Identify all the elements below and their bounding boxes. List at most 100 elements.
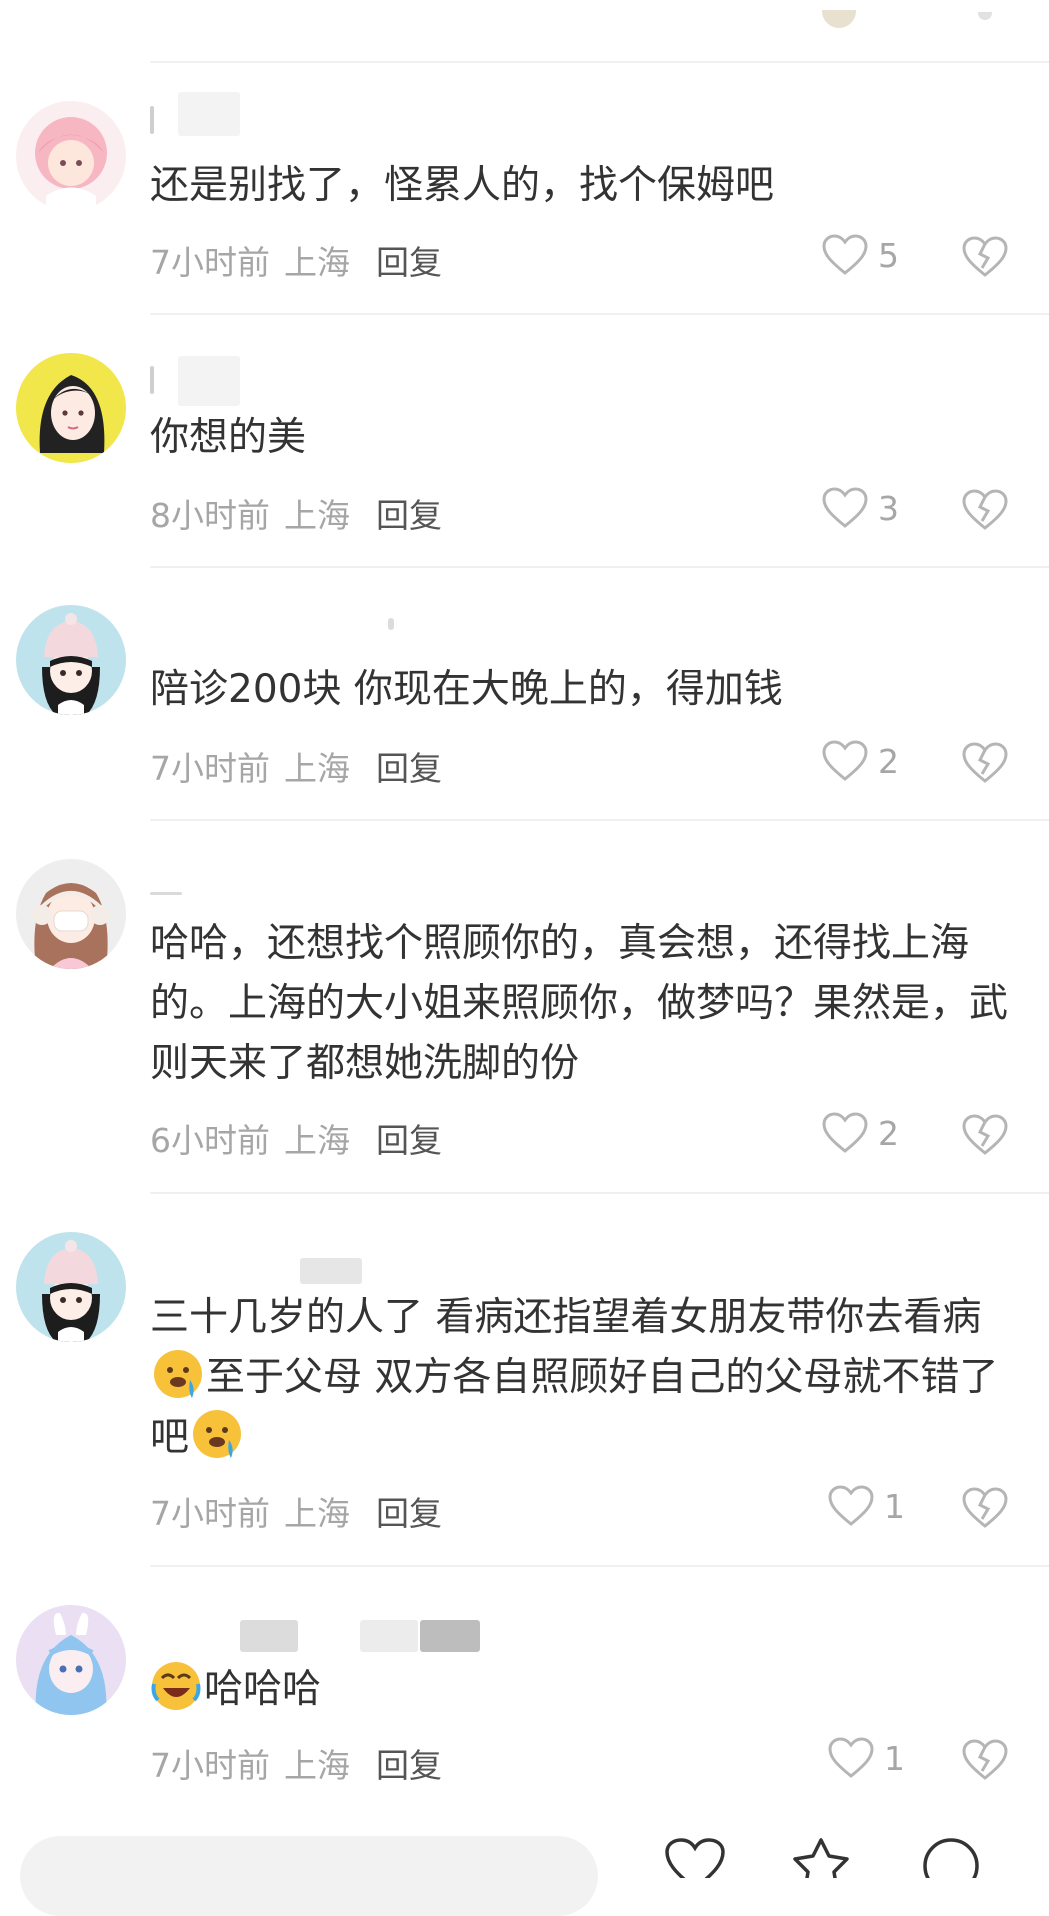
previous-avatar-fragment xyxy=(822,10,856,28)
avatar[interactable] xyxy=(16,859,126,969)
star-icon xyxy=(793,1838,849,1892)
heart-icon xyxy=(822,1112,868,1153)
like-button[interactable]: 1 xyxy=(828,1737,905,1779)
reply-button[interactable]: 回复 xyxy=(376,496,442,535)
avatar[interactable] xyxy=(16,353,126,463)
dislike-button[interactable] xyxy=(962,489,1008,531)
comment-text: 哈哈哈 xyxy=(150,1660,1010,1720)
comment-input[interactable] xyxy=(20,1836,598,1916)
comment-location: 上海 xyxy=(284,243,350,282)
like-button[interactable]: 2 xyxy=(822,740,899,782)
heart-icon xyxy=(822,487,868,528)
reply-button[interactable]: 回复 xyxy=(376,1121,442,1160)
avatar[interactable] xyxy=(16,605,126,715)
divider xyxy=(150,819,1049,821)
comment-time: 7小时前 xyxy=(150,749,270,788)
like-button[interactable]: 3 xyxy=(822,487,899,529)
broken-heart-icon xyxy=(962,489,1008,530)
like-count: 2 xyxy=(878,741,899,781)
chat-bubble-icon xyxy=(923,1838,979,1894)
comment-time: 7小时前 xyxy=(150,1494,270,1533)
comment-text-part: 哈哈哈 xyxy=(204,1667,322,1712)
username-redacted xyxy=(300,1258,362,1284)
divider xyxy=(150,313,1049,315)
broken-heart-icon xyxy=(962,236,1008,277)
comment-meta: 7小时前 上海 回复 xyxy=(150,236,442,284)
dislike-button[interactable] xyxy=(962,1114,1008,1156)
broken-heart-icon xyxy=(962,1487,1008,1528)
comment-meta: 8小时前 上海 回复 xyxy=(150,489,442,537)
divider xyxy=(150,61,1049,63)
reply-button[interactable]: 回复 xyxy=(376,1746,442,1785)
earmuff-girl-avatar xyxy=(16,859,126,969)
username-redacted xyxy=(150,892,182,895)
comment-location: 上海 xyxy=(284,1121,350,1160)
comment-text: 三十几岁的人了 看病还指望着女朋友带你去看病至于父母 双方各自照顾好自己的父母就… xyxy=(150,1288,1010,1468)
drooling-face-icon xyxy=(193,1410,242,1458)
username-redacted xyxy=(178,356,240,406)
comment-text-part: 至于父母 双方各自照顾好自己的父母就不错了吧 xyxy=(150,1355,999,1460)
like-button[interactable]: 1 xyxy=(828,1485,905,1527)
rolling-laughing-icon xyxy=(151,1662,201,1710)
like-count: 1 xyxy=(884,1486,905,1526)
comment-meta: 7小时前 上海 回复 xyxy=(150,1487,442,1535)
reply-button[interactable]: 回复 xyxy=(376,1494,442,1533)
broken-heart-icon xyxy=(962,1114,1008,1155)
dislike-button[interactable] xyxy=(962,1739,1008,1781)
reply-button[interactable]: 回复 xyxy=(376,243,442,282)
comment-location: 上海 xyxy=(284,496,350,535)
comment-text: 哈哈，还想找个照顾你的，真会想，还得找上海的。上海的大小姐来照顾你，做梦吗？果然… xyxy=(150,921,1009,1086)
previous-comment-stub xyxy=(0,0,1049,62)
reply-button[interactable]: 回复 xyxy=(376,749,442,788)
comment-location: 上海 xyxy=(284,1746,350,1785)
divider xyxy=(150,566,1049,568)
heart-icon xyxy=(822,740,868,781)
comment-time: 7小时前 xyxy=(150,243,270,282)
heart-icon xyxy=(665,1838,725,1891)
like-count: 2 xyxy=(878,1113,899,1153)
beanie-girl-avatar xyxy=(16,605,126,715)
comment-text: 还是别找了，怪累人的，找个保姆吧 xyxy=(150,163,775,208)
like-button[interactable]: 5 xyxy=(822,234,899,276)
heart-icon xyxy=(828,1737,874,1778)
avatar[interactable] xyxy=(16,101,126,211)
favorite-bar-button[interactable] xyxy=(790,1838,852,1892)
like-bar-button[interactable] xyxy=(664,1838,726,1891)
pink-hair-girl-avatar xyxy=(16,101,126,211)
username-redacted xyxy=(150,106,154,134)
username-redacted xyxy=(178,92,240,136)
username-redacted xyxy=(388,618,394,630)
username-redacted xyxy=(150,366,154,394)
like-count: 5 xyxy=(878,235,899,275)
broken-heart-icon xyxy=(962,742,1008,783)
dislike-button[interactable] xyxy=(962,236,1008,278)
username-redacted xyxy=(240,1620,298,1652)
comment-text: 陪诊200块 你现在大晚上的，得加钱 xyxy=(150,667,783,712)
blue-hair-bunny-avatar xyxy=(16,1605,126,1715)
comment-location: 上海 xyxy=(284,749,350,788)
drooling-face-icon xyxy=(154,1350,202,1398)
previous-icon-fragment xyxy=(978,12,992,20)
comment-bar-button[interactable] xyxy=(920,1838,982,1894)
like-count: 1 xyxy=(884,1738,905,1778)
comment-meta: 7小时前 上海 回复 xyxy=(150,742,442,790)
comment-location: 上海 xyxy=(284,1494,350,1533)
avatar[interactable] xyxy=(16,1232,126,1342)
like-button[interactable]: 2 xyxy=(822,1112,899,1154)
comment-time: 8小时前 xyxy=(150,496,270,535)
black-hair-woman-avatar xyxy=(16,353,126,463)
beanie-girl-avatar xyxy=(16,1232,126,1342)
username-redacted xyxy=(420,1620,480,1652)
heart-icon xyxy=(828,1485,874,1526)
divider xyxy=(150,1565,1049,1567)
comment-meta: 7小时前 上海 回复 xyxy=(150,1739,442,1787)
comment-text: 你想的美 xyxy=(150,415,307,460)
comment-meta: 6小时前 上海 回复 xyxy=(150,1114,442,1162)
dislike-button[interactable] xyxy=(962,1487,1008,1529)
dislike-button[interactable] xyxy=(962,742,1008,784)
like-count: 3 xyxy=(878,488,899,528)
divider xyxy=(150,1192,1049,1194)
avatar[interactable] xyxy=(16,1605,126,1715)
comment-time: 6小时前 xyxy=(150,1121,270,1160)
heart-icon xyxy=(822,234,868,275)
